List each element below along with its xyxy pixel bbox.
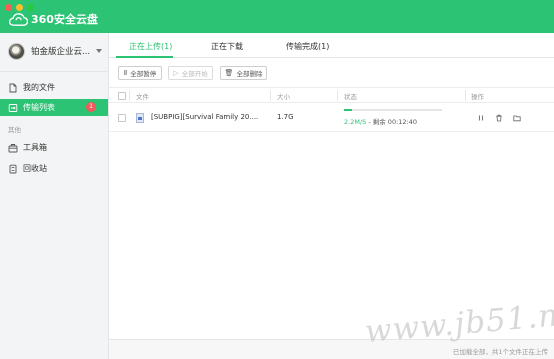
column-divider: [337, 90, 338, 101]
pause-all-label: 全部暂停: [130, 71, 157, 78]
close-window-button[interactable]: [5, 4, 12, 11]
delete-all-button[interactable]: 🗑 全部删除: [220, 66, 267, 80]
app-logo: 360安全云盘: [9, 12, 98, 26]
column-divider: [129, 90, 130, 101]
table-header: 文件 大小 状态 操作: [109, 87, 554, 103]
notification-badge: 1: [86, 102, 96, 112]
upload-summary-status: 已加载全部，共1个文件正在上传: [452, 348, 548, 356]
pause-icon: Ⅱ: [123, 70, 128, 77]
column-divider: [270, 90, 271, 101]
avatar: [8, 42, 25, 60]
minimize-window-button[interactable]: [16, 4, 23, 11]
sidebar-section-other: 其他: [8, 126, 21, 134]
cloud-logo-icon: [9, 12, 28, 26]
cloud-drive-window: 360安全云盘 铂金版企业云... 我的文件 传输列表 1 其他 工具箱 回收站…: [0, 0, 554, 359]
transfer-icon: [8, 103, 18, 112]
column-header-status: 状态: [344, 93, 357, 101]
file-icon: [9, 83, 17, 92]
column-divider: [465, 90, 466, 101]
user-name: 铂金版企业云...: [31, 47, 91, 57]
transfer-tabs: 正在上传(1) 正在下载 传输完成(1): [109, 33, 554, 58]
tab-downloading[interactable]: 正在下载: [211, 41, 243, 52]
folder-icon[interactable]: [513, 114, 521, 122]
user-account[interactable]: 铂金版企业云...: [8, 42, 104, 60]
trash-icon: 🗑: [224, 70, 234, 77]
sidebar-item-transfer-list[interactable]: 传输列表 1: [0, 99, 108, 116]
sidebar-item-label: 回收站: [23, 164, 47, 173]
pause-icon[interactable]: [477, 114, 485, 122]
remaining-time: - 剩余 00:12:40: [366, 118, 418, 126]
upload-status: 2.2M/S - 剩余 00:12:40: [344, 116, 417, 126]
column-header-size: 大小: [277, 93, 290, 101]
select-all-checkbox[interactable]: [118, 92, 126, 100]
file-icon: [136, 113, 144, 123]
sidebar-divider: [0, 71, 108, 72]
sidebar-item-label: 我的文件: [23, 83, 55, 92]
pause-all-button[interactable]: Ⅱ 全部暂停: [118, 66, 162, 80]
file-size: 1.7G: [277, 113, 294, 121]
recycle-icon: [9, 164, 17, 173]
maximize-window-button[interactable]: [27, 4, 34, 11]
sidebar: 铂金版企业云... 我的文件 传输列表 1 其他 工具箱 回收站: [0, 33, 109, 359]
play-icon: ▷: [173, 70, 179, 77]
active-tab-indicator: [116, 56, 173, 58]
upload-speed: 2.2M/S: [344, 118, 367, 126]
title-bar: 360安全云盘: [0, 0, 554, 33]
sidebar-item-my-files[interactable]: 我的文件: [0, 79, 108, 96]
file-name: [SUBPIG][Survival Family 20....: [151, 113, 259, 121]
tab-uploading[interactable]: 正在上传(1): [129, 41, 172, 52]
column-header-file: 文件: [136, 93, 149, 101]
upload-progress-fill: [344, 109, 352, 111]
start-all-button[interactable]: ▷ 全部开始: [168, 66, 213, 80]
column-header-actions: 操作: [471, 93, 484, 101]
chevron-down-icon[interactable]: [96, 49, 103, 53]
app-title: 360安全云盘: [31, 13, 98, 26]
sidebar-item-toolbox[interactable]: 工具箱: [0, 139, 108, 156]
sidebar-item-recycle-bin[interactable]: 回收站: [0, 160, 108, 177]
table-row[interactable]: [SUBPIG][Survival Family 20.... 1.7G 2.2…: [109, 104, 554, 132]
start-all-label: 全部开始: [181, 71, 208, 78]
delete-all-label: 全部删除: [236, 71, 263, 78]
toolbox-icon: [8, 143, 18, 152]
tab-completed[interactable]: 传输完成(1): [286, 41, 329, 52]
row-checkbox[interactable]: [118, 114, 126, 122]
sidebar-item-label: 工具箱: [23, 143, 47, 152]
upload-progress-bar: [344, 109, 442, 111]
sidebar-item-label: 传输列表: [23, 103, 55, 112]
trash-icon[interactable]: [495, 114, 503, 122]
